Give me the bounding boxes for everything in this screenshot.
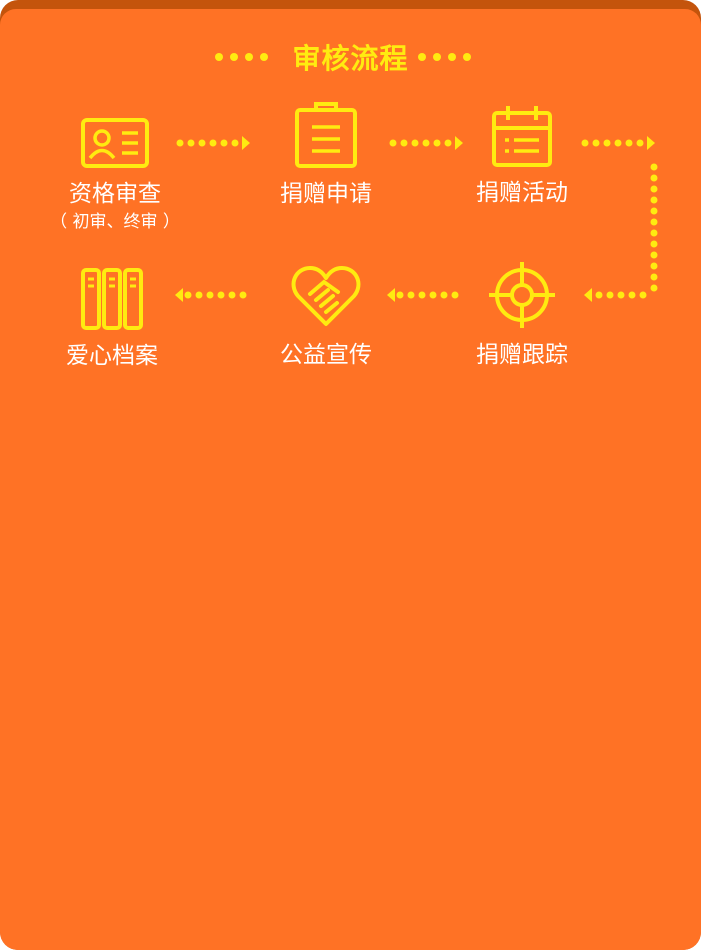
id-card-icon xyxy=(81,118,149,168)
step-qualification-review: 资格审查 （ 初审、终审 ） xyxy=(25,117,205,233)
step-label: 捐赠申请 xyxy=(280,181,372,207)
clipboard-icon xyxy=(295,102,357,168)
process-panel: 审核流程 资格审查 （ 初审、终审 ） 捐赠申请 捐赠活动 捐赠跟踪 公益宣传 … xyxy=(0,9,701,950)
step-charity-archive: 爱心档案 xyxy=(22,267,202,371)
step-donation-activity: 捐赠活动 xyxy=(432,104,612,208)
heart-handshake-icon xyxy=(291,266,361,326)
step-donation-application: 捐赠申请 xyxy=(236,101,416,209)
step-sublabel: （ 初审、终审 ） xyxy=(50,212,180,232)
step-label: 捐赠跟踪 xyxy=(476,342,568,368)
calendar-icon xyxy=(492,106,552,167)
step-label: 公益宣传 xyxy=(280,342,372,368)
binders-icon xyxy=(81,268,143,330)
step-label: 捐赠活动 xyxy=(476,180,568,206)
step-donation-tracking: 捐赠跟踪 xyxy=(432,260,612,370)
step-label: 资格审查 xyxy=(69,181,161,207)
step-public-welfare-promotion: 公益宣传 xyxy=(236,264,416,370)
target-icon xyxy=(489,262,555,328)
process-card: 审核流程 资格审查 （ 初审、终审 ） 捐赠申请 捐赠活动 捐赠跟踪 公益宣传 … xyxy=(0,0,701,950)
step-label: 爱心档案 xyxy=(66,343,158,369)
